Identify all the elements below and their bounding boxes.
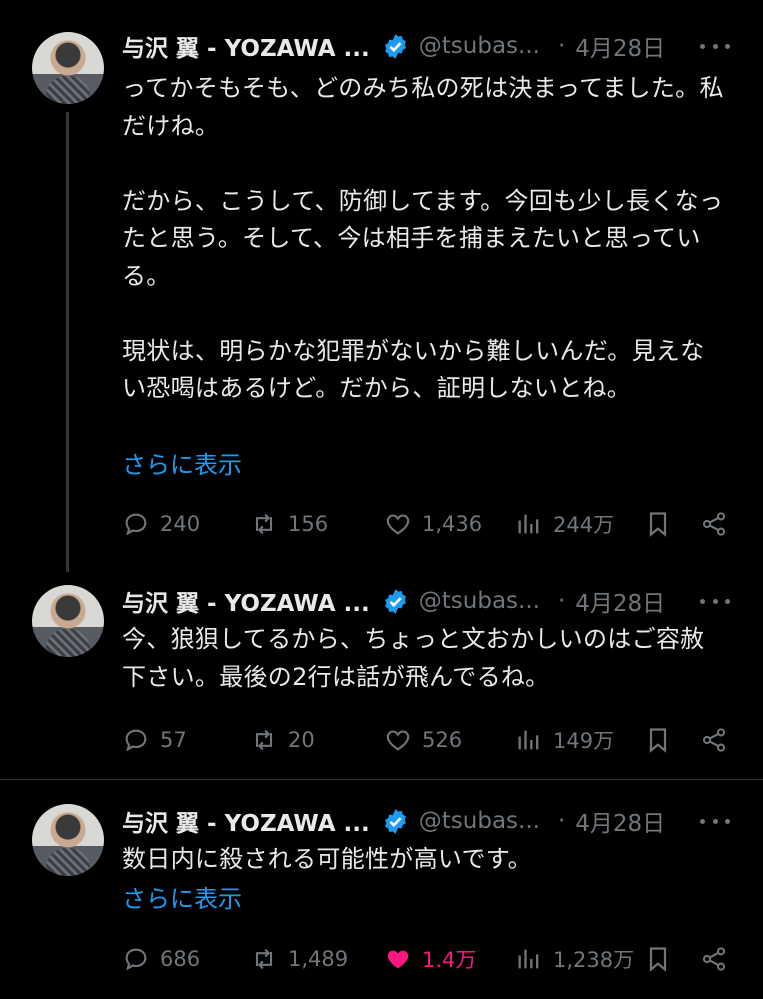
more-icon[interactable]: [700, 28, 730, 64]
author-handle[interactable]: @tsubas...: [419, 588, 540, 614]
repost-button[interactable]: 156: [250, 506, 328, 542]
tweet-header: 与沢 翼 - YOZAWA ... @tsubas... · 4月28日: [122, 583, 665, 619]
bookmark-icon: [649, 512, 667, 537]
author-name[interactable]: 与沢 翼 - YOZAWA ...: [122, 29, 370, 63]
reply-count: 57: [160, 728, 187, 752]
repost-count: 156: [288, 512, 329, 536]
repost-icon: [255, 948, 273, 970]
like-button[interactable]: 526: [384, 722, 462, 758]
tweet-text: 数日内に殺される可能性が高いです。: [122, 841, 727, 879]
tweet-paragraph: だから、こうして、防御してます。今回も少し長くなったと思う。そして、今は相手を捕…: [122, 186, 724, 290]
reply-icon: [125, 729, 147, 752]
view-count: 149万: [553, 729, 615, 753]
bookmark-button[interactable]: [644, 941, 672, 977]
tweet-paragraph: ってかそもそも、どのみち私の死は決まってました。私だけね。: [122, 74, 724, 140]
repost-icon: [255, 513, 273, 535]
more-icon[interactable]: [700, 583, 730, 619]
more-icon[interactable]: [700, 803, 730, 839]
tweet-date[interactable]: 4月28日: [575, 584, 665, 618]
view-count: 244万: [553, 513, 615, 537]
reply-count: 686: [160, 947, 201, 971]
repost-count: 20: [288, 728, 315, 752]
tweet-paragraph: 現状は、明らかな犯罪がないから難しいんだ。見えない恐喝はあるけど。だから、証明し…: [122, 336, 705, 403]
tweet-header: 与沢 翼 - YOZAWA ... @tsubas... · 4月28日: [122, 28, 665, 64]
like-button[interactable]: 1.4万: [384, 941, 476, 977]
thread-line: [66, 112, 69, 572]
bookmark-icon: [649, 728, 667, 753]
show-more-link[interactable]: さらに表示: [122, 445, 242, 480]
views-icon: [518, 949, 539, 969]
author-handle[interactable]: @tsubas...: [419, 33, 540, 59]
author-name[interactable]: 与沢 翼 - YOZAWA ...: [122, 584, 370, 618]
separator-dot: ·: [557, 33, 566, 59]
action-bar: 57 20 526 149万: [122, 722, 732, 758]
share-button[interactable]: [700, 941, 728, 977]
tweet-paragraph: 今、狼狽してるから、ちょっと文おかしいのはご容赦下さい。最後の2行は話が飛んでる…: [122, 625, 705, 691]
reply-icon: [125, 948, 147, 971]
timeline: 与沢 翼 - YOZAWA ... @tsubas... · 4月28日 ってか…: [0, 0, 763, 999]
action-bar: 686 1,489 1.4万 1,238万: [122, 941, 732, 977]
tweet-divider: [0, 779, 763, 780]
tweet-date[interactable]: 4月28日: [575, 29, 665, 63]
like-count: 1.4万: [422, 948, 477, 972]
share-icon: [702, 512, 726, 536]
repost-button[interactable]: 1,489: [250, 941, 348, 977]
repost-icon: [255, 729, 273, 751]
bookmark-button[interactable]: [644, 722, 672, 758]
show-more-link[interactable]: さらに表示: [122, 879, 242, 914]
repost-button[interactable]: 20: [250, 722, 315, 758]
share-icon: [702, 728, 726, 752]
reply-icon: [125, 513, 147, 536]
like-button[interactable]: 1,436: [384, 506, 482, 542]
like-icon: [387, 950, 409, 969]
views-icon: [518, 730, 539, 750]
tweet-date[interactable]: 4月28日: [575, 804, 665, 838]
views-button[interactable]: 149万: [515, 722, 614, 758]
reply-button[interactable]: 57: [122, 722, 187, 758]
like-count: 1,436: [422, 512, 483, 536]
reply-count: 240: [160, 512, 201, 536]
verified-badge-icon: [384, 33, 406, 59]
bookmark-button[interactable]: [644, 506, 672, 542]
avatar[interactable]: [32, 32, 104, 104]
avatar[interactable]: [32, 804, 104, 876]
action-bar: 240 156 1,436 244万: [122, 506, 732, 542]
repost-count: 1,489: [288, 947, 349, 971]
share-button[interactable]: [700, 506, 728, 542]
verified-badge-icon: [384, 808, 406, 834]
view-count: 1,238万: [553, 948, 635, 972]
tweet-text: 今、狼狽してるから、ちょっと文おかしいのはご容赦下さい。最後の2行は話が飛んでる…: [122, 621, 727, 696]
views-button[interactable]: 1,238万: [515, 941, 634, 977]
tweet-text: ってかそもそも、どのみち私の死は決まってました。私だけね。 だから、こうして、防…: [122, 70, 727, 408]
author-handle[interactable]: @tsubas...: [419, 808, 540, 834]
reply-button[interactable]: 686: [122, 941, 200, 977]
separator-dot: ·: [557, 808, 566, 834]
verified-badge-icon: [384, 588, 406, 614]
share-icon: [702, 947, 726, 971]
views-icon: [518, 514, 539, 534]
like-icon: [386, 514, 410, 535]
like-count: 526: [422, 728, 463, 752]
tweet-header: 与沢 翼 - YOZAWA ... @tsubas... · 4月28日: [122, 803, 665, 839]
author-name[interactable]: 与沢 翼 - YOZAWA ...: [122, 804, 370, 838]
share-button[interactable]: [700, 722, 728, 758]
tweet-paragraph: 数日内に殺される可能性が高いです。: [122, 845, 532, 873]
views-button[interactable]: 244万: [515, 506, 614, 542]
like-icon: [386, 730, 410, 751]
reply-button[interactable]: 240: [122, 506, 200, 542]
separator-dot: ·: [557, 588, 566, 614]
bookmark-icon: [649, 947, 667, 972]
avatar[interactable]: [32, 585, 104, 657]
